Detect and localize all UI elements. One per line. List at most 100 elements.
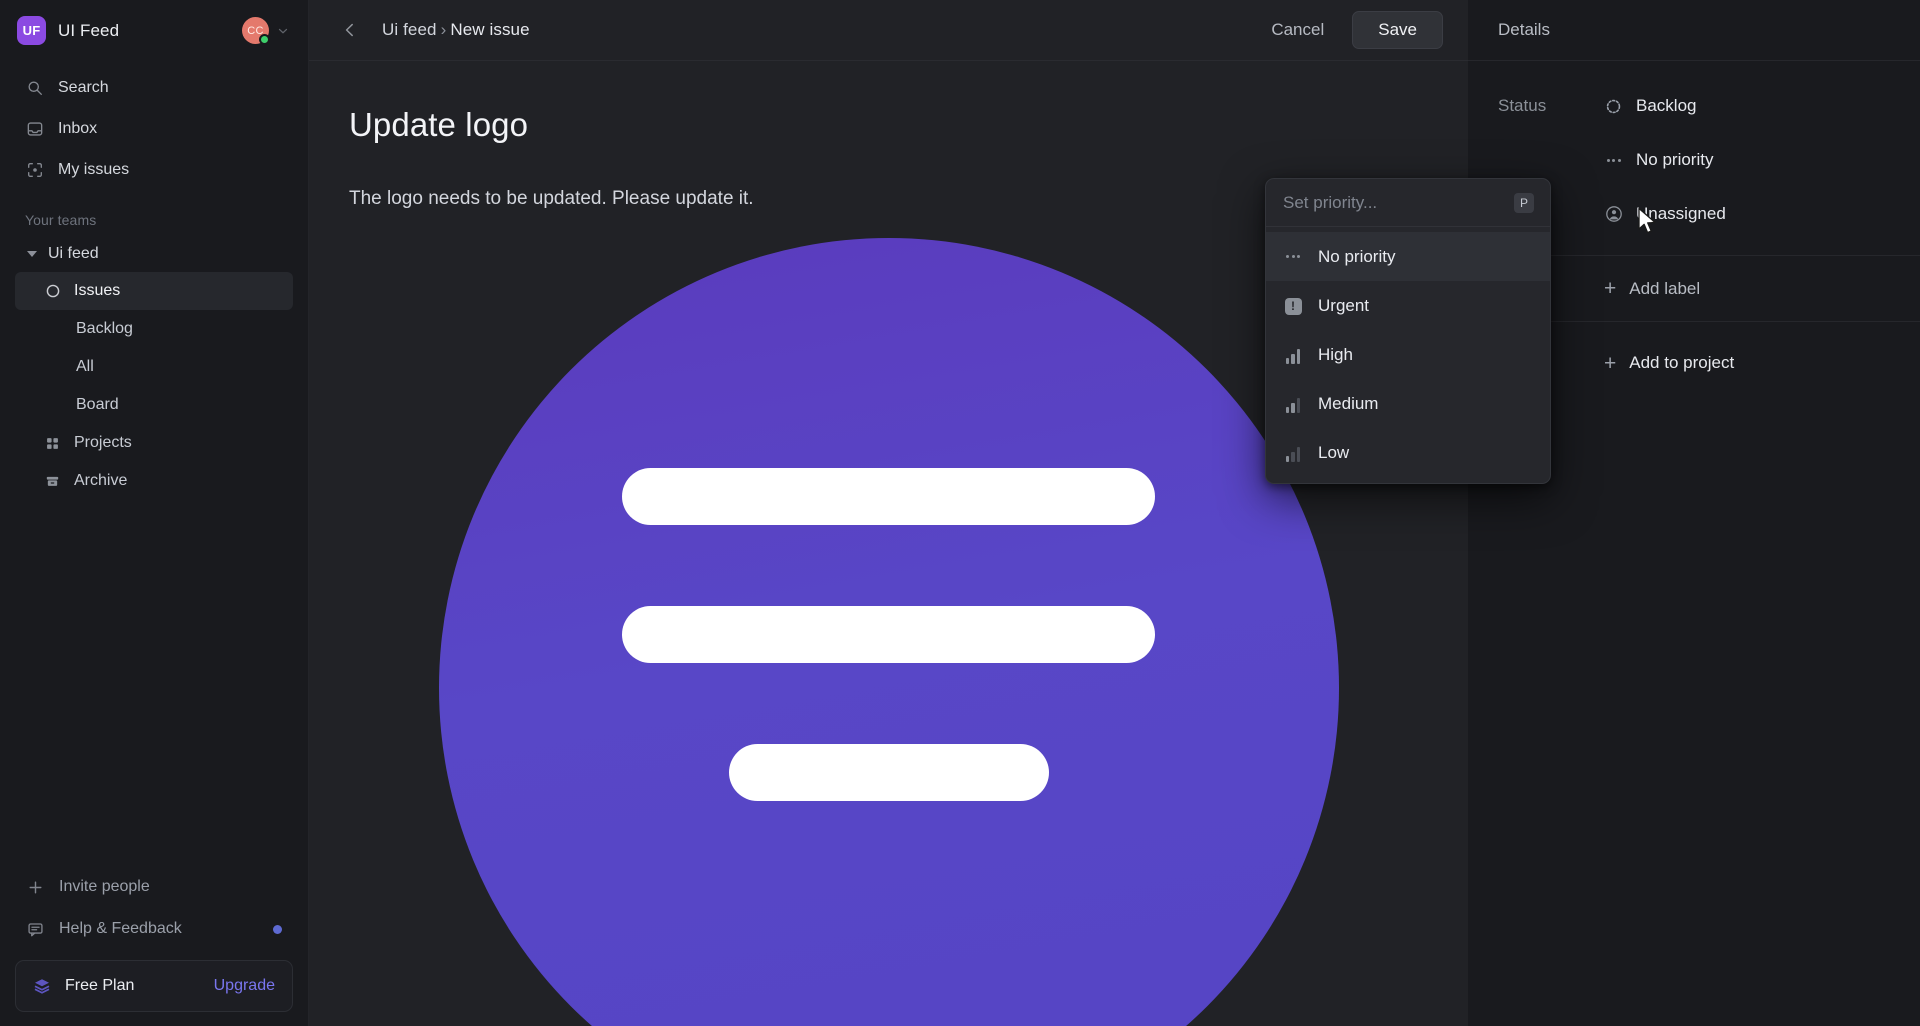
sidebar-item-archive[interactable]: Archive [15, 462, 293, 500]
priority-option-label: Low [1318, 442, 1350, 462]
sidebar-item-projects[interactable]: Projects [15, 424, 293, 462]
plus-icon: + [1604, 351, 1617, 375]
help-feedback-label: Help & Feedback [59, 920, 182, 937]
sidebar-item-label: Archive [74, 472, 128, 489]
caret-down-icon[interactable] [27, 251, 37, 257]
add-label-text: Add label [1629, 278, 1701, 298]
app-root: UF UI Feed CC Search Inbox My issues You… [0, 0, 1920, 1026]
workspace-badge: UF [17, 16, 46, 45]
urgent-icon: ! [1284, 297, 1302, 315]
sidebar-item-issues[interactable]: Issues [15, 272, 293, 310]
priority-option-low[interactable]: Low [1266, 428, 1550, 477]
primary-nav: Search Inbox My issues [0, 61, 308, 190]
sidebar-item-all[interactable]: All [15, 348, 293, 386]
details-title: Details [1498, 20, 1550, 39]
plus-icon: + [1604, 277, 1617, 300]
priority-option-label: No priority [1318, 246, 1396, 266]
priority-shortcut-key: P [1514, 192, 1534, 213]
priority-popover: P No priority ! Urgent High [1265, 178, 1551, 484]
low-priority-icon [1284, 444, 1302, 462]
breadcrumb-root[interactable]: Ui feed [382, 20, 437, 39]
sidebar-item-label: My issues [58, 160, 130, 178]
unassigned-avatar-icon [1604, 205, 1623, 224]
upgrade-link[interactable]: Upgrade [214, 977, 275, 995]
breadcrumb-separator: › [440, 20, 447, 39]
layers-icon [33, 977, 51, 995]
backlog-status-icon [1604, 97, 1623, 116]
sidebar-item-label: Inbox [58, 119, 98, 137]
my-issues-icon [25, 160, 44, 179]
archive-icon [44, 473, 61, 490]
top-actions: Cancel Save [1267, 11, 1443, 49]
assignee-value-button[interactable]: Unassigned [1595, 198, 1735, 230]
search-icon [25, 78, 44, 97]
sidebar-section-label: Your teams [25, 212, 97, 228]
assignee-value-label: Unassigned [1636, 204, 1726, 223]
notification-dot-icon [273, 924, 282, 934]
details-panel: Details Status Backlog No priority Unass… [1468, 0, 1920, 1026]
sidebar-item-inbox[interactable]: Inbox [15, 108, 293, 149]
avatar[interactable]: CC [242, 17, 270, 45]
status-label: Status [1498, 96, 1547, 115]
high-priority-icon [1284, 346, 1302, 364]
sidebar-item-label: Backlog [76, 320, 133, 337]
sidebar-item-my-issues[interactable]: My issues [15, 149, 293, 190]
plan-name: Free Plan [65, 977, 135, 994]
priority-option-urgent[interactable]: ! Urgent [1266, 281, 1550, 330]
add-label-button[interactable]: + Add label [1595, 270, 1709, 307]
chevron-down-icon[interactable] [276, 24, 290, 38]
sidebar-item-label: Board [76, 396, 119, 413]
add-to-project-text: Add to project [1629, 353, 1735, 372]
status-row: Status Backlog [1468, 79, 1920, 133]
priority-options-list: No priority ! Urgent High Medium Low [1266, 227, 1550, 483]
chevron-left-icon [345, 23, 353, 37]
priority-value-label: No priority [1636, 150, 1714, 169]
sidebar: UF UI Feed CC Search Inbox My issues You… [0, 0, 308, 1026]
details-header: Details [1468, 0, 1920, 61]
circle-icon [44, 283, 61, 300]
issue-title-input[interactable]: Update logo [309, 105, 1468, 145]
back-button[interactable] [336, 16, 364, 44]
priority-option-high[interactable]: High [1266, 330, 1550, 379]
cancel-button[interactable]: Cancel [1267, 13, 1328, 47]
priority-search-input[interactable] [1283, 192, 1514, 213]
sidebar-footer: Invite people Help & Feedback Free Plan … [0, 866, 308, 1026]
sidebar-item-label: Search [58, 78, 109, 96]
sidebar-item-label: Issues [74, 282, 121, 299]
priority-option-no-priority[interactable]: No priority [1266, 232, 1550, 281]
no-priority-icon [1284, 248, 1302, 266]
plus-icon [26, 878, 44, 896]
presence-dot-icon [259, 34, 270, 45]
sidebar-item-label: All [76, 358, 94, 375]
sidebar-team-ui-feed[interactable]: Ui feed [15, 236, 293, 272]
invite-people-button[interactable]: Invite people [15, 866, 293, 908]
status-value-button[interactable]: Backlog [1595, 90, 1705, 122]
invite-people-label: Invite people [59, 878, 150, 895]
sidebar-item-backlog[interactable]: Backlog [15, 310, 293, 348]
plan-card[interactable]: Free Plan Upgrade [15, 960, 293, 1012]
sidebar-item-label: Projects [74, 434, 132, 451]
priority-option-label: Urgent [1318, 295, 1370, 315]
feedback-icon [26, 920, 44, 938]
grid-icon [44, 435, 61, 452]
sidebar-item-search[interactable]: Search [15, 67, 293, 108]
inbox-icon [25, 119, 44, 138]
workspace-header[interactable]: UF UI Feed CC [0, 0, 308, 61]
sidebar-item-board[interactable]: Board [15, 386, 293, 424]
workspace-header-right: CC [242, 17, 290, 45]
save-button[interactable]: Save [1352, 11, 1443, 49]
logo-image-attachment[interactable] [438, 238, 1339, 1026]
priority-option-label: High [1318, 344, 1353, 364]
logo-bar-2 [622, 606, 1155, 664]
no-priority-icon [1604, 151, 1623, 170]
add-to-project-button[interactable]: + Add to project [1595, 347, 1743, 380]
logo-bar-1 [622, 468, 1155, 526]
priority-option-label: Medium [1318, 393, 1379, 413]
help-feedback-button[interactable]: Help & Feedback [15, 908, 293, 950]
priority-option-medium[interactable]: Medium [1266, 379, 1550, 428]
breadcrumb: Ui feed › New issue [382, 20, 530, 40]
priority-value-button[interactable]: No priority [1595, 144, 1722, 176]
sidebar-team-label: Ui feed [48, 245, 99, 262]
logo-bar-3 [728, 744, 1049, 802]
